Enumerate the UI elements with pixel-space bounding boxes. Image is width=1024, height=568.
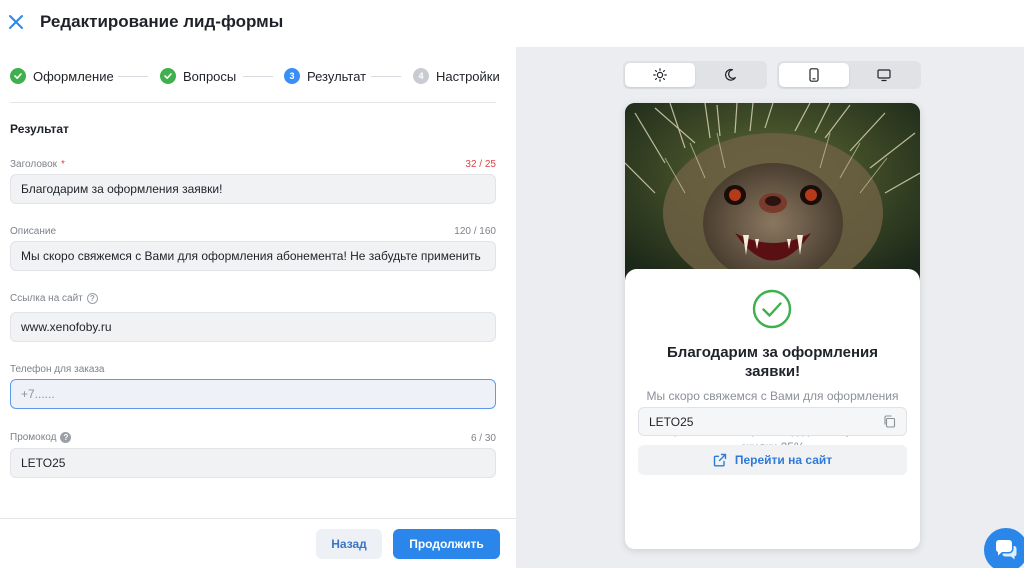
desc-input[interactable]: Мы скоро свяжемся с Вами для оформления … (10, 241, 496, 271)
promo-code-text: LETO25 (649, 414, 694, 429)
chat-icon (995, 540, 1017, 560)
step-result[interactable]: 3 Результат (284, 65, 366, 87)
page-title: Редактирование лид-формы (40, 12, 284, 31)
divider (10, 102, 496, 103)
continue-button[interactable]: Продолжить (393, 529, 500, 559)
promo-code-box[interactable]: LETO25 (638, 407, 907, 436)
step-connector (371, 76, 401, 77)
header: Редактирование лид-формы (0, 0, 1024, 47)
desc-counter: 120 / 160 (454, 226, 496, 237)
go-to-site-button[interactable]: Перейти на сайт (638, 445, 907, 475)
label-text: Ссылка на сайт (10, 293, 83, 304)
go-to-site-label: Перейти на сайт (734, 453, 833, 467)
step-design[interactable]: Оформление (10, 65, 114, 87)
help-icon[interactable]: ? (60, 432, 72, 443)
promo-field-label: Промокод ? (10, 432, 72, 443)
link-field-label: Ссылка на сайт ? (10, 293, 98, 304)
check-icon (10, 68, 26, 84)
help-icon[interactable]: ? (86, 293, 98, 304)
phone-field-label: Телефон для заказа (10, 364, 105, 375)
step-label: Оформление (33, 68, 114, 84)
chat-button[interactable] (984, 528, 1024, 568)
step-number: 3 (284, 68, 300, 84)
light-theme-button[interactable] (625, 63, 695, 87)
moon-icon (725, 68, 736, 81)
step-label: Настройки (436, 68, 500, 84)
step-questions[interactable]: Вопросы (160, 65, 236, 87)
sun-icon (653, 68, 667, 82)
desc-field-label: Описание (10, 226, 57, 237)
monitor-icon (877, 69, 891, 82)
hedgehog-image (625, 103, 920, 283)
step-label: Результат (307, 68, 367, 84)
stepper: Оформление Вопросы 3 Результат 4 Настрой… (10, 65, 500, 87)
close-icon[interactable] (6, 12, 26, 32)
title-counter: 32 / 25 (465, 159, 496, 170)
editor-panel: Оформление Вопросы 3 Результат 4 Настрой… (0, 47, 516, 568)
check-icon (160, 68, 176, 84)
copy-icon[interactable] (883, 415, 896, 428)
preview-panel: Благодарим за оформления заявки! Мы скор… (516, 47, 1024, 568)
phone-input[interactable]: +7...... (10, 379, 496, 409)
promo-input[interactable]: LETO25 (10, 448, 496, 478)
result-title: Благодарим за оформления заявки! (667, 344, 878, 380)
promo-counter: 6 / 30 (470, 433, 496, 444)
footer-divider (0, 518, 516, 519)
success-check-icon (752, 289, 792, 329)
title-input[interactable]: Благодарим за оформления заявки! (10, 174, 496, 204)
dark-theme-button[interactable] (695, 63, 765, 87)
required-mark: * (61, 159, 65, 170)
result-preview-card: Благодарим за оформления заявки! Мы скор… (625, 103, 920, 549)
link-input[interactable]: www.xenofoby.ru (10, 312, 496, 342)
device-switch (777, 61, 921, 89)
back-button[interactable]: Назад (316, 529, 382, 559)
desktop-view-button[interactable] (849, 63, 919, 87)
step-settings[interactable]: 4 Настройки (413, 65, 500, 87)
phone-icon (809, 68, 819, 82)
theme-switch (623, 61, 767, 89)
label-text: Промокод (10, 432, 57, 443)
label-text: Заголовок (10, 159, 58, 170)
mobile-view-button[interactable] (779, 63, 849, 87)
section-title: Результат (10, 122, 69, 136)
step-connector (243, 76, 273, 77)
step-connector (118, 76, 148, 77)
title-field-label: Заголовок * (10, 159, 65, 170)
step-label: Вопросы (183, 68, 237, 84)
step-number: 4 (413, 68, 429, 84)
external-link-icon (713, 453, 727, 467)
